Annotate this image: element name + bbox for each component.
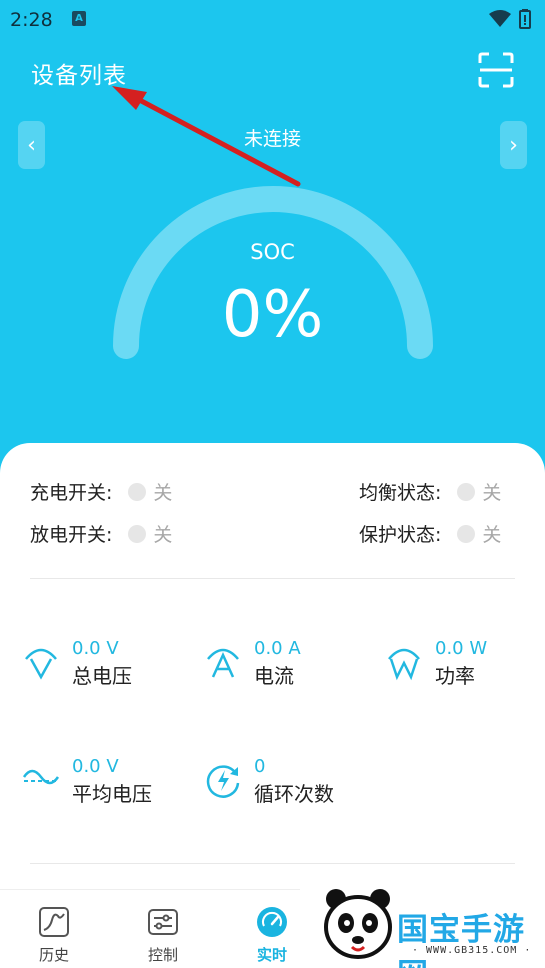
power-value: 0.0 W: [435, 638, 488, 659]
discharge-switch-toggle[interactable]: [128, 524, 147, 543]
history-chart-icon: [39, 907, 69, 937]
current-icon: [207, 648, 239, 678]
cycle-count-name: 循环次数: [254, 782, 334, 806]
soc-value: 0%: [221, 278, 324, 352]
total-voltage-metric: 0.0 V 总电压: [22, 637, 132, 691]
power-metric: 0.0 W 功率: [385, 637, 487, 691]
balance-status-state: 关: [482, 482, 502, 504]
tab-control[interactable]: 控制: [113, 890, 213, 968]
protect-status-row: 保护状态: 关: [359, 520, 501, 547]
voltage-icon: [25, 648, 57, 680]
status-notification-icon: A: [72, 11, 86, 26]
protect-status-state: 关: [482, 524, 502, 546]
status-bar: 2:28 A: [0, 0, 545, 38]
protect-status-indicator: [457, 524, 476, 543]
avg-voltage-icon: [22, 769, 60, 785]
tab-history[interactable]: 历史: [4, 890, 104, 968]
balance-status-row: 均衡状态: 关: [359, 478, 501, 505]
discharge-switch-row: 放电开关: 关: [30, 520, 172, 547]
control-sliders-icon: [148, 909, 178, 935]
avg-voltage-value: 0.0 V: [72, 756, 119, 777]
panda-logo-icon: [324, 889, 392, 959]
status-icons: [489, 9, 531, 29]
charge-switch-label: 充电开关:: [30, 482, 113, 504]
watermark-brand: 国宝手游网: [397, 912, 525, 968]
charge-switch-row: 充电开关: 关: [30, 478, 172, 505]
status-time: 2:28: [10, 9, 53, 31]
avg-voltage-name: 平均电压: [72, 782, 152, 806]
current-metric: 0.0 A 电流: [204, 637, 301, 691]
cycle-count-metric: 0 循环次数: [204, 755, 334, 809]
balance-status-label: 均衡状态:: [359, 482, 442, 504]
tab-history-label: 历史: [38, 946, 69, 964]
charge-switch-toggle[interactable]: [128, 482, 147, 501]
current-value: 0.0 A: [254, 638, 301, 659]
current-name: 电流: [254, 664, 294, 688]
avg-voltage-metric: 0.0 V 平均电压: [22, 755, 152, 809]
battery-icon: [519, 9, 531, 29]
protect-status-label: 保护状态:: [359, 524, 442, 546]
watermark: 国宝手游网 · WWW.GB315.COM ·: [300, 877, 545, 968]
device-list-button[interactable]: 设备列表: [31, 56, 127, 90]
total-voltage-name: 总电压: [72, 664, 132, 688]
scan-icon[interactable]: [478, 52, 514, 88]
discharge-switch-state: 关: [153, 524, 173, 546]
tab-control-label: 控制: [147, 946, 178, 964]
cycle-icon: [206, 765, 240, 798]
power-icon: [388, 648, 420, 681]
discharge-switch-label: 放电开关:: [30, 524, 113, 546]
cycle-count-value: 0: [254, 756, 266, 777]
power-name: 功率: [435, 664, 475, 688]
soc-label: SOC: [250, 240, 295, 264]
charge-switch-state: 关: [153, 482, 173, 504]
divider: [30, 578, 515, 579]
balance-status-indicator: [457, 482, 476, 501]
realtime-gauge-icon: [257, 907, 287, 937]
total-voltage-value: 0.0 V: [72, 638, 119, 659]
divider: [30, 863, 515, 864]
watermark-url: · WWW.GB315.COM ·: [412, 945, 532, 956]
connection-status: 未连接: [243, 128, 301, 150]
wifi-icon: [489, 10, 511, 27]
